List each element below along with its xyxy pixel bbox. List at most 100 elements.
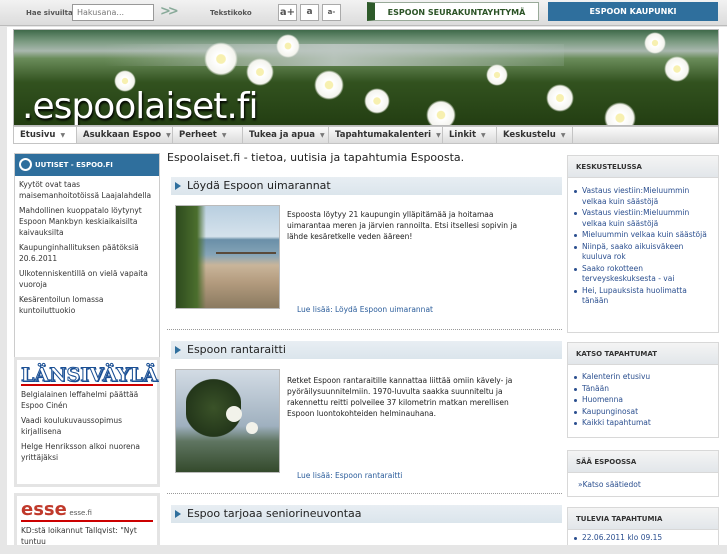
flower bbox=[226, 406, 242, 422]
nav-linkit[interactable]: Linkit ▼ bbox=[443, 127, 497, 143]
read-more-link[interactable]: Lue lisää: Espoon rantaraitti bbox=[297, 471, 402, 480]
flower bbox=[664, 56, 690, 82]
nav-perheet[interactable]: Perheet ▼ bbox=[173, 127, 243, 143]
main-content: Espoolaiset.fi - tietoa, uutisia ja tapa… bbox=[167, 147, 569, 545]
article-seniorineuvonta: Espoo tarjoaa seniorineuvontaa bbox=[167, 505, 562, 523]
chevron-down-icon: ▼ bbox=[436, 132, 441, 139]
site-logo[interactable]: .espoolaiset.fi bbox=[22, 86, 258, 125]
page-title: Espoolaiset.fi - tietoa, uutisia ja tapa… bbox=[167, 151, 465, 164]
event-link[interactable]: Huomenna bbox=[574, 395, 714, 406]
nav-label: Tukea ja apua bbox=[249, 130, 316, 140]
news-link[interactable]: KD:stä loikannut Tallqvist: "Nyt tuntuu bbox=[21, 525, 153, 547]
nav-etusivu[interactable]: Etusivu ▼ bbox=[14, 127, 77, 143]
flower bbox=[644, 32, 666, 54]
esse-list: KD:stä loikannut Tallqvist: "Nyt tuntuu bbox=[17, 522, 157, 554]
page: .espoolaiset.fi Etusivu ▼ Asukkaan Espoo ▼… bbox=[7, 27, 727, 546]
lake bbox=[104, 44, 564, 66]
discussion-link[interactable]: Niinpä, saako aikuisväkeen kuuluva rok bbox=[574, 242, 714, 263]
read-more-link[interactable]: Lue lisää: Löydä Espoon uimarannat bbox=[297, 305, 433, 314]
flower bbox=[546, 84, 574, 112]
chevron-down-icon: ▼ bbox=[481, 132, 486, 139]
event-link[interactable]: Tänään bbox=[574, 384, 714, 395]
esse-logo-text: esse bbox=[21, 499, 67, 520]
nav-asukkaan-espoo[interactable]: Asukkaan Espoo ▼ bbox=[77, 127, 173, 143]
discussion-link[interactable]: Vastaus viestiin:Mieluummin velkaa kuin … bbox=[574, 186, 714, 207]
news-link[interactable]: Mahdollinen kuoppatalo löytynyt Espoon M… bbox=[19, 205, 155, 238]
flower bbox=[204, 42, 238, 76]
news-link[interactable]: Ulkotenniskentillä on vielä vapaita vuor… bbox=[19, 268, 155, 290]
flower bbox=[426, 100, 456, 125]
nav-tapahtumakalenteri[interactable]: Tapahtumakalenteri ▼ bbox=[329, 127, 443, 143]
esse-logo-small: esse.fi bbox=[69, 509, 92, 517]
flower bbox=[364, 88, 390, 114]
tulevia-list: 22.06.2011 klo 09.15 bbox=[568, 530, 718, 549]
seurakuntayhtyma-tab[interactable]: ESPOON SEURAKUNTAYHTYMÄ bbox=[367, 2, 539, 21]
news-link[interactable]: Belgialainen leffahelmi päättää Espoo Ci… bbox=[21, 389, 153, 411]
article-title[interactable]: Espoon rantaraitti bbox=[167, 341, 562, 359]
nav-label: Perheet bbox=[179, 130, 217, 140]
news-link[interactable]: Vaadi koulukuvaussopimus kirjallisena bbox=[21, 415, 153, 437]
saa-box: SÄÄ ESPOOSSA »Katso säätiedot bbox=[567, 450, 719, 497]
search-label: Hae sivuilta bbox=[26, 9, 73, 17]
uutiset-title: UUTISET - ESPOO.FI bbox=[35, 161, 113, 169]
news-link[interactable]: Kaupunginhallituksen päätöksiä 20.6.2011 bbox=[19, 242, 155, 264]
chevron-down-icon: ▼ bbox=[166, 132, 171, 139]
divider bbox=[167, 493, 562, 494]
tree-shadow bbox=[176, 206, 206, 308]
flower bbox=[314, 70, 344, 100]
beach-image[interactable] bbox=[175, 205, 280, 309]
event-link[interactable]: Kaupunginosat bbox=[574, 407, 714, 418]
event-link[interactable]: Kalenterin etusivu bbox=[574, 372, 714, 383]
flower bbox=[486, 64, 508, 86]
chevron-down-icon: ▼ bbox=[60, 132, 66, 139]
flower bbox=[276, 34, 300, 58]
chevron-down-icon: ▼ bbox=[320, 132, 325, 139]
saa-header: SÄÄ ESPOOSSA bbox=[568, 451, 718, 473]
top-bar: Hae sivuilta >> Tekstikoko a+ a a- ESPOO… bbox=[0, 0, 727, 26]
font-normal-button[interactable]: a bbox=[300, 4, 319, 21]
event-link[interactable]: Kaikki tapahtumat bbox=[574, 418, 714, 429]
discussion-link[interactable]: Mieluummin velkaa kuin säästöjä bbox=[574, 230, 714, 241]
font-smaller-button[interactable]: a- bbox=[322, 4, 341, 21]
weather-link[interactable]: »Katso säätiedot bbox=[568, 473, 718, 489]
news-link[interactable]: Helge Henriksson alkoi nuorena yrittäjäk… bbox=[21, 441, 153, 463]
nav-label: Linkit bbox=[449, 130, 477, 140]
nav-tukea-ja-apua[interactable]: Tukea ja apua ▼ bbox=[243, 127, 329, 143]
flower bbox=[604, 102, 636, 125]
news-link[interactable]: Kyytöt ovat taas maisemanhoitotöissä Laa… bbox=[19, 179, 155, 201]
main-nav: Etusivu ▼ Asukkaan Espoo ▼ Perheet ▼ Tukea … bbox=[13, 126, 719, 144]
nav-keskustelu[interactable]: Keskustelu ▼ bbox=[497, 127, 573, 143]
font-larger-button[interactable]: a+ bbox=[278, 4, 297, 21]
discussion-link[interactable]: Saako rokotteen terveyskeskuksesta - vai bbox=[574, 264, 714, 285]
discussion-link[interactable]: Hei, Lupauksista huolimatta tänään bbox=[574, 286, 714, 307]
chevron-down-icon: ▼ bbox=[221, 132, 227, 139]
news-link[interactable]: Kesärentoilun lomassa kuntoiluttuokio bbox=[19, 294, 155, 316]
article-uimarannat: Löydä Espoon uimarannat Espoosta löytyy … bbox=[167, 177, 562, 314]
flower bbox=[246, 58, 274, 86]
keskustelussa-box: KESKUSTELUSSA Vastaus viestiin:Mieluummi… bbox=[567, 155, 719, 333]
flower bbox=[246, 422, 258, 434]
article-rantaraitti: Espoon rantaraitti Retket Espoon rantara… bbox=[167, 341, 562, 480]
keskustelussa-list: Vastaus viestiin:Mieluummin velkaa kuin … bbox=[568, 178, 718, 312]
discussion-link[interactable]: Vastaus viestiin:Mieluummin velkaa kuin … bbox=[574, 208, 714, 229]
article-text: Espoosta löytyy 21 kaupungin ylläpitämää… bbox=[287, 210, 518, 241]
lansivayla-logo[interactable]: LÄNSIVÄYLÄ bbox=[21, 364, 159, 387]
lansivayla-list: Belgialainen leffahelmi päättää Espoo Ci… bbox=[17, 386, 157, 470]
article-text: Retket Espoon rantaraitille kannattaa li… bbox=[287, 376, 513, 418]
esse-logo[interactable]: esse esse.fi bbox=[21, 500, 153, 522]
lansivayla-box: LÄNSIVÄYLÄ Belgialainen leffahelmi päätt… bbox=[14, 357, 160, 487]
divider bbox=[167, 329, 562, 330]
upcoming-event-link[interactable]: 22.06.2011 klo 09.15 bbox=[574, 533, 714, 544]
article-title[interactable]: Espoo tarjoaa seniorineuvontaa bbox=[167, 505, 562, 523]
search-input[interactable] bbox=[72, 4, 154, 21]
text-size-label: Tekstikoko bbox=[210, 9, 252, 17]
search-go-icon[interactable]: >> bbox=[160, 4, 179, 21]
tulevia-box: TULEVIA TAPAHTUMIA 22.06.2011 klo 09.15 bbox=[567, 507, 719, 545]
tulevia-header: TULEVIA TAPAHTUMIA bbox=[568, 508, 718, 530]
banner-image: .espoolaiset.fi bbox=[13, 29, 719, 126]
espoon-kaupunki-tab[interactable]: ESPOON KAUPUNKI bbox=[548, 2, 718, 21]
pier bbox=[216, 252, 276, 254]
shore-image[interactable] bbox=[175, 369, 280, 473]
keskustelussa-header: KESKUSTELUSSA bbox=[568, 156, 718, 178]
article-title[interactable]: Löydä Espoon uimarannat bbox=[167, 177, 562, 195]
